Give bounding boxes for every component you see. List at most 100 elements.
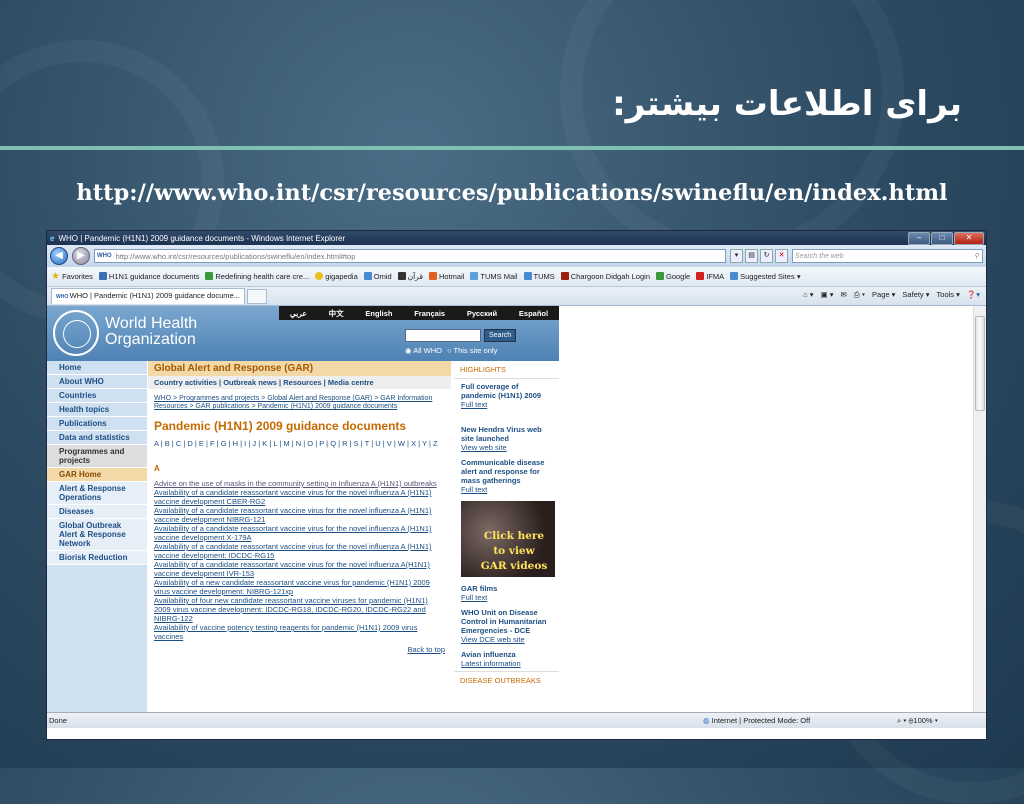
tools-menu[interactable]: Tools ▾ xyxy=(937,290,960,300)
who-header: World Health Organization عربي 中文 English… xyxy=(47,306,559,361)
zoom-control[interactable]: ⌕ ▾ ⊕100% ▾ xyxy=(897,716,938,726)
nav-countries[interactable]: Countries xyxy=(47,389,147,403)
document-link[interactable]: Advice on the use of masks in the commun… xyxy=(154,479,445,488)
lang-chinese[interactable]: 中文 xyxy=(329,308,344,319)
document-link[interactable]: Availability of a candidate reassortant … xyxy=(154,506,445,524)
breadcrumb[interactable]: WHO > Programmes and projects > Global A… xyxy=(148,389,451,411)
vertical-scrollbar[interactable] xyxy=(973,306,986,712)
favorites-bar: ★ Favorites H1N1 guidance documents Rede… xyxy=(47,267,986,287)
browser-window: e WHO | Pandemic (H1N1) 2009 guidance do… xyxy=(46,230,987,740)
maximize-button[interactable]: □ xyxy=(931,232,953,245)
nav-gar-home[interactable]: GAR Home xyxy=(47,468,147,482)
highlight-item[interactable]: Avian influenza Latest information xyxy=(454,647,559,671)
nav-about[interactable]: About WHO xyxy=(47,375,147,389)
document-list: Advice on the use of masks in the commun… xyxy=(148,479,451,641)
web-search-input[interactable]: Search the web ⚲ xyxy=(792,249,983,263)
help-icon[interactable]: ❓▾ xyxy=(967,290,980,300)
tab-who[interactable]: WHO WHO | Pandemic (H1N1) 2009 guidance … xyxy=(51,288,245,304)
ie-logo-icon: e xyxy=(50,233,55,243)
highlight-item[interactable]: Communicable disease alert and response … xyxy=(454,455,559,497)
address-bar[interactable]: WHO http://www.who.int/csr/resources/pub… xyxy=(94,249,726,263)
who-logo-text[interactable]: World Health Organization xyxy=(105,316,197,348)
new-tab-button[interactable] xyxy=(246,288,267,304)
nav-home[interactable]: Home xyxy=(47,361,147,375)
fav-item[interactable]: Chargoon Didgah Login xyxy=(560,272,650,281)
section-links[interactable]: Country activities | Outbreak news | Res… xyxy=(148,376,451,389)
home-icon[interactable]: ⌂ ▾ xyxy=(803,290,813,300)
fav-item[interactable]: TUMS xyxy=(523,272,555,281)
fav-item[interactable]: Hotmail xyxy=(428,272,464,281)
slide-title: برای اطلاعات بیشتر: xyxy=(612,84,962,124)
lang-arabic[interactable]: عربي xyxy=(290,309,307,318)
status-text: Done xyxy=(49,716,67,725)
site-search-input[interactable] xyxy=(405,329,481,342)
fav-item[interactable]: IFMA xyxy=(696,272,724,281)
dropdown-icon[interactable]: ▾ xyxy=(730,249,743,263)
tab-row: WHO WHO | Pandemic (H1N1) 2009 guidance … xyxy=(47,287,986,306)
back-button[interactable]: ◀ xyxy=(50,247,68,265)
nav-data-statistics[interactable]: Data and statistics xyxy=(47,431,147,445)
fav-item[interactable]: Omid xyxy=(363,272,392,281)
highlight-item[interactable]: GAR films Full text xyxy=(454,581,559,605)
fav-item[interactable]: H1N1 guidance documents xyxy=(98,272,199,281)
alphabet-index[interactable]: A | B | C | D | E | F | G | H | I | J | … xyxy=(148,437,451,450)
address-text: http://www.who.int/csr/resources/publica… xyxy=(115,251,356,261)
feeds-icon[interactable]: ▣ ▾ xyxy=(821,290,834,300)
nav-publications[interactable]: Publications xyxy=(47,417,147,431)
site-search-button[interactable]: Search xyxy=(484,329,517,342)
document-link[interactable]: Availability of a candidate reassortant … xyxy=(154,542,445,560)
document-link[interactable]: Availability of a candidate reassortant … xyxy=(154,488,445,506)
letter-heading: A xyxy=(154,464,160,473)
close-button[interactable]: ✕ xyxy=(954,232,984,245)
scroll-thumb[interactable] xyxy=(975,316,985,411)
refresh-icon[interactable]: ↻ xyxy=(760,249,773,263)
search-icon[interactable]: ⚲ xyxy=(974,252,979,260)
document-link[interactable]: Availability of a candidate reassortant … xyxy=(154,524,445,542)
nav-biorisk[interactable]: Biorisk Reduction xyxy=(47,551,147,565)
page-menu[interactable]: Page ▾ xyxy=(872,290,895,300)
star-icon: ★ xyxy=(51,271,60,282)
lang-french[interactable]: Français xyxy=(414,309,445,318)
fav-item[interactable]: Suggested Sites ▾ xyxy=(730,272,801,281)
print-icon[interactable]: ⎙ ▾ xyxy=(854,290,865,300)
nav-programmes[interactable]: Programmes and projects xyxy=(47,445,147,468)
highlight-item[interactable]: New Hendra Virus web site launched View w… xyxy=(454,422,559,455)
document-link[interactable]: Availability of a new candidate reassort… xyxy=(154,578,445,596)
compatibility-icon[interactable]: ▤ xyxy=(745,249,758,263)
security-zone[interactable]: ◍ Internet | Protected Mode: Off xyxy=(703,716,810,725)
nav-goarn[interactable]: Global Outbreak Alert & Response Network xyxy=(47,519,147,551)
nav-diseases[interactable]: Diseases xyxy=(47,505,147,519)
lang-russian[interactable]: Русский xyxy=(467,309,497,318)
highlights-column: HIGHLIGHTS Full coverage of pandemic (H1… xyxy=(454,361,559,689)
radio-all-who[interactable]: ◉ All WHO xyxy=(405,346,442,355)
lang-spanish[interactable]: Español xyxy=(519,309,548,318)
fav-item[interactable]: TUMS Mail xyxy=(470,272,518,281)
globe-icon: ◍ xyxy=(703,716,710,725)
lang-english[interactable]: English xyxy=(365,309,392,318)
forward-button[interactable]: ▶ xyxy=(72,247,90,265)
gar-video-thumbnail[interactable]: Click here to view GAR videos xyxy=(461,501,555,577)
language-bar: عربي 中文 English Français Русский Español xyxy=(279,306,559,320)
highlight-item[interactable]: Full coverage of pandemic (H1N1) 2009 Ful… xyxy=(454,379,559,412)
nav-health-topics[interactable]: Health topics xyxy=(47,403,147,417)
fav-item[interactable]: Redefining health care cre... xyxy=(205,272,309,281)
slide-url: http://www.who.int/csr/resources/publica… xyxy=(76,180,948,206)
fav-item[interactable]: قرآن xyxy=(397,272,423,281)
fav-item[interactable]: Google xyxy=(656,272,690,281)
who-favicon-icon: WHO xyxy=(97,253,112,259)
mail-icon[interactable]: ✉ xyxy=(841,290,847,300)
highlight-item[interactable]: WHO Unit on Disease Control in Humanitar… xyxy=(454,605,559,647)
stop-icon[interactable]: ✕ xyxy=(775,249,788,263)
document-link[interactable]: Availability of four new candidate reass… xyxy=(154,596,445,623)
document-link[interactable]: Availability of a candidate reassortant … xyxy=(154,560,445,578)
document-link[interactable]: Availability of vaccine potency testing … xyxy=(154,623,445,641)
nav-alert-response[interactable]: Alert & Response Operations xyxy=(47,482,147,505)
back-to-top-link[interactable]: Back to top xyxy=(148,641,451,658)
favorites-button[interactable]: ★ Favorites xyxy=(51,271,93,282)
disease-outbreaks-heading: DISEASE OUTBREAKS xyxy=(454,671,559,689)
minimize-button[interactable]: – xyxy=(908,232,930,245)
radio-this-site[interactable]: ○ This site only xyxy=(447,346,497,355)
who-emblem-icon[interactable] xyxy=(53,310,99,356)
safety-menu[interactable]: Safety ▾ xyxy=(902,290,929,300)
fav-item[interactable]: gigapedia xyxy=(315,272,358,281)
